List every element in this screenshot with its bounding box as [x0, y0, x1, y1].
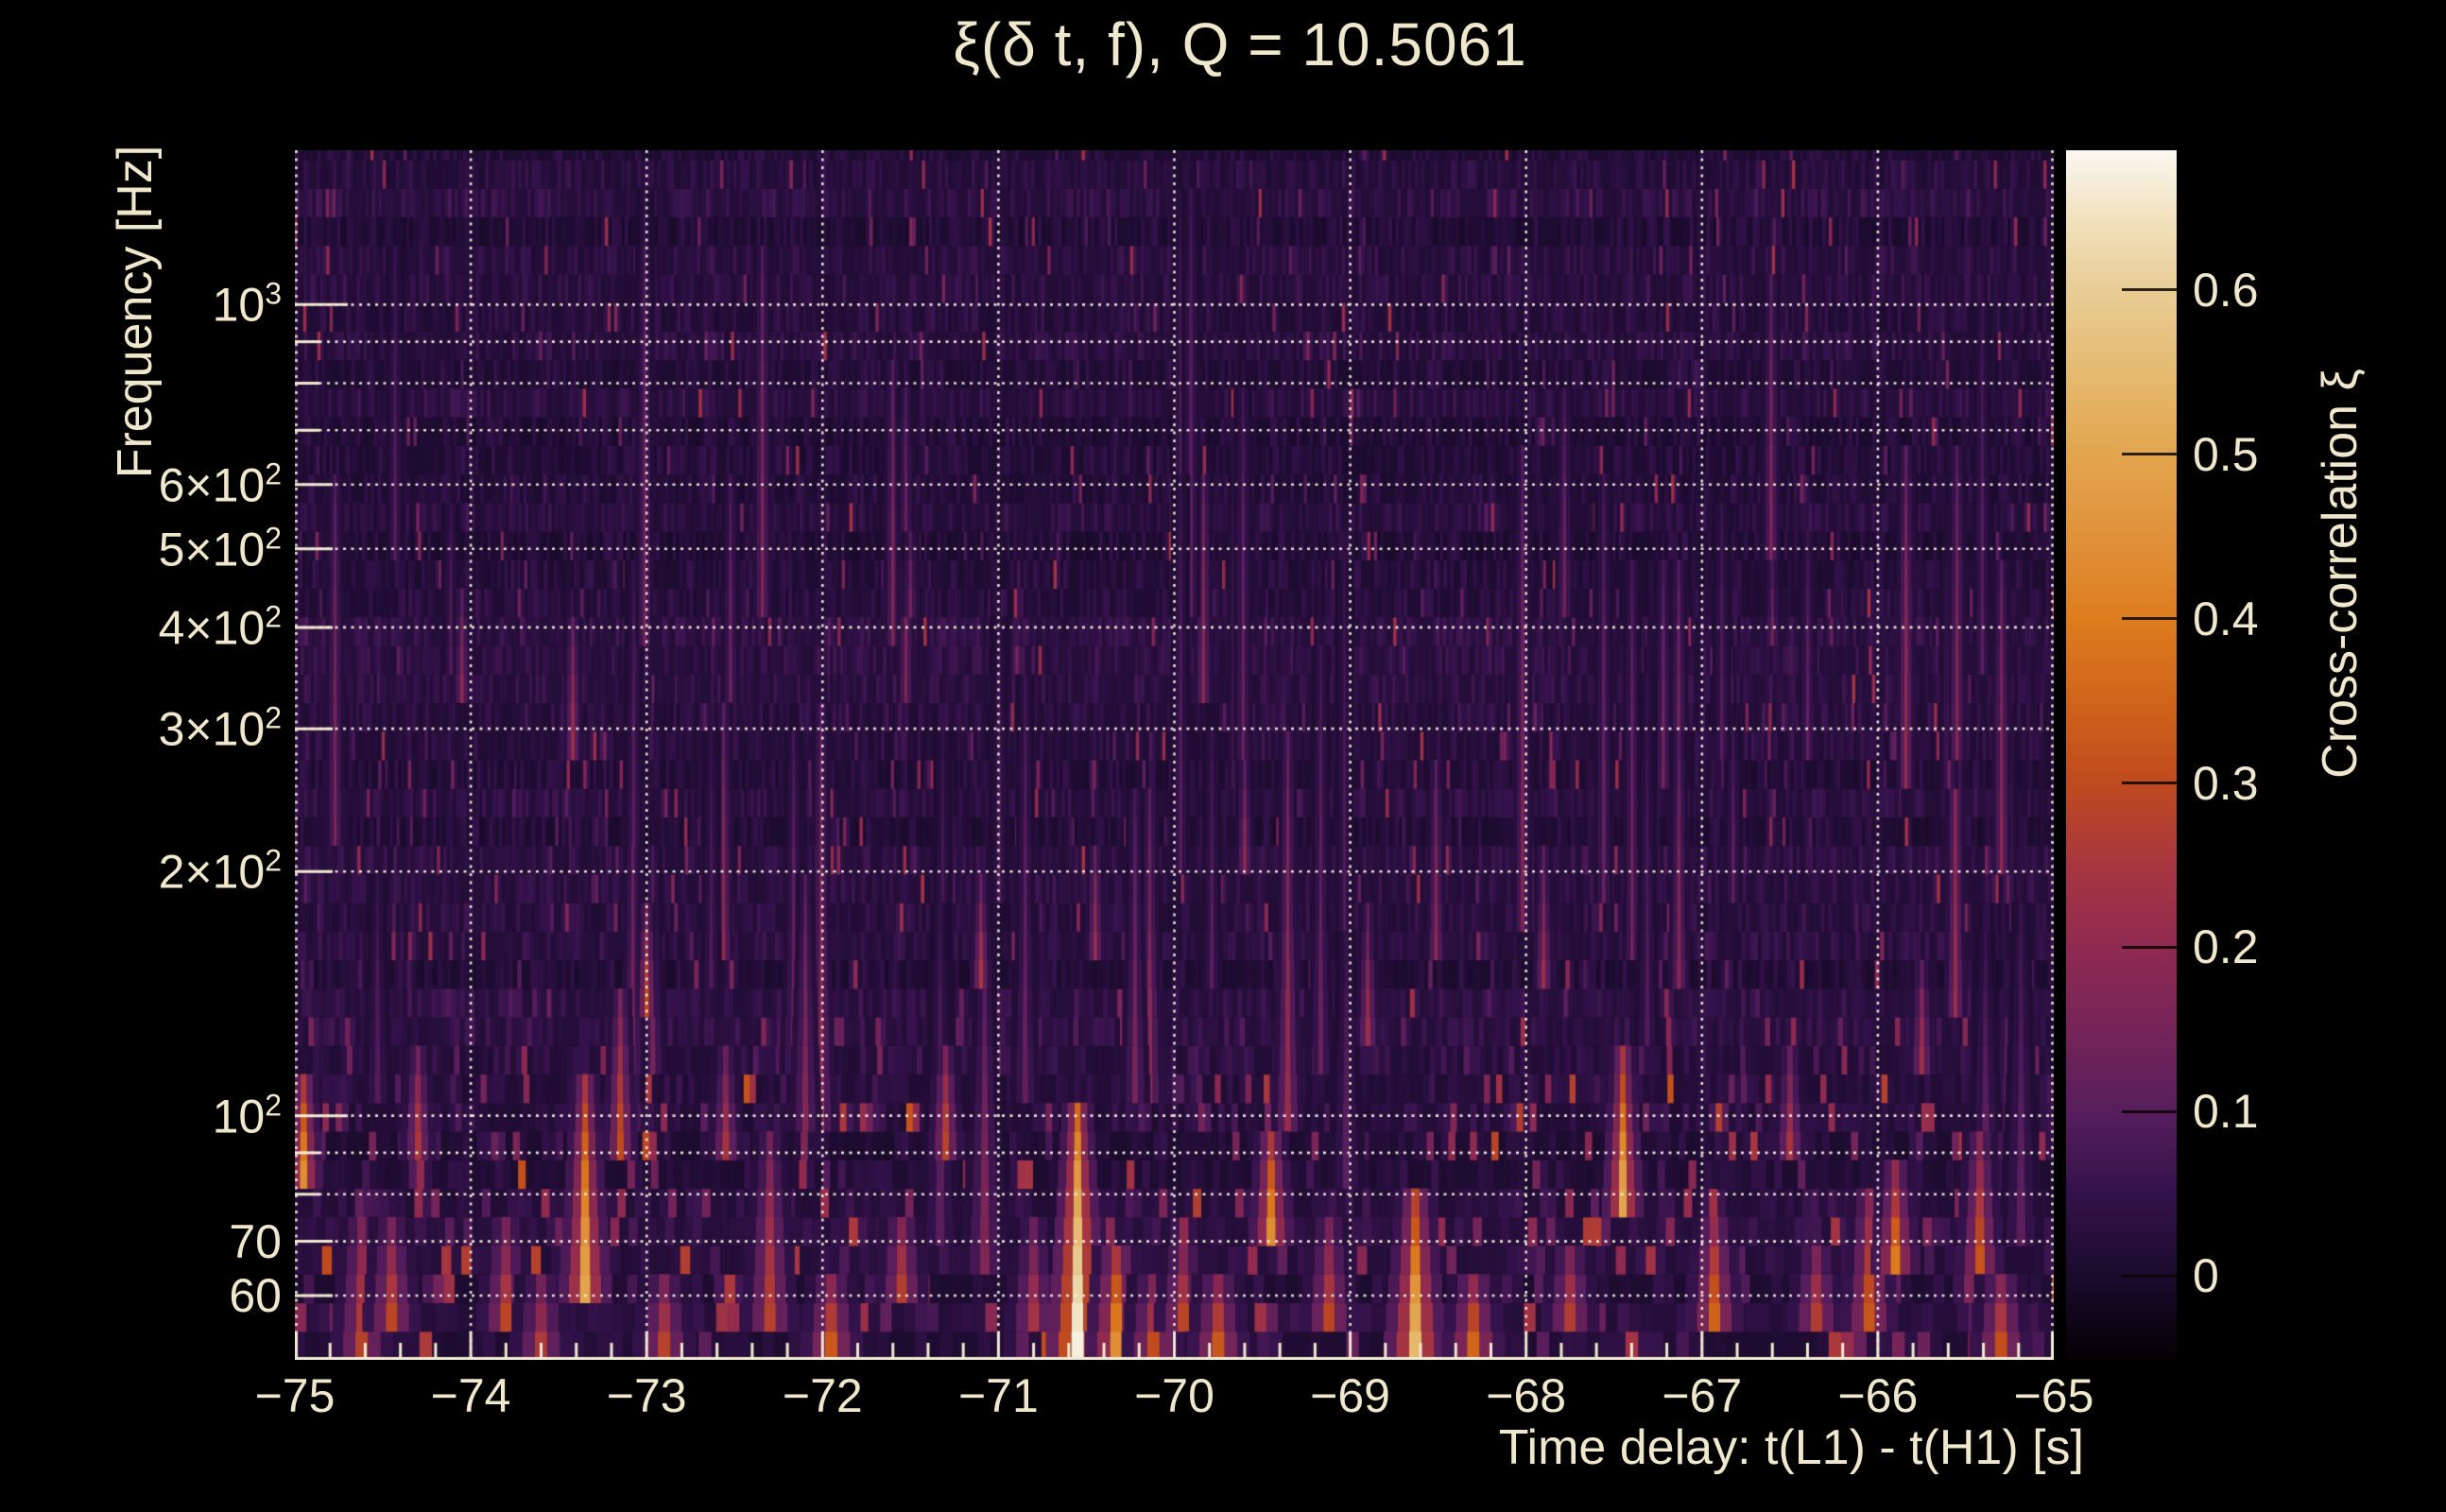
colorbar	[2066, 150, 2177, 1360]
x-axis-title: Time delay: t(L1) - t(H1) [s]	[1498, 1420, 2084, 1475]
x-tick-label: −72	[782, 1369, 863, 1422]
chart-title: ξ(δ t, f), Q = 10.5061	[953, 10, 1527, 78]
x-tick-label: −73	[606, 1369, 687, 1422]
x-tick-label: −69	[1310, 1369, 1391, 1422]
y-tick-label: 2×102	[158, 843, 282, 899]
colorbar-tick-label: 0.4	[2193, 592, 2259, 645]
colorbar-tick	[2122, 617, 2177, 621]
y-tick-label: 5×102	[158, 521, 282, 576]
colorbar-tick-label: 0	[2193, 1249, 2219, 1303]
y-tick-label: 4×102	[158, 599, 282, 655]
colorbar-tick	[2122, 288, 2177, 292]
x-tick-label: −66	[1837, 1369, 1919, 1422]
colorbar-tick	[2122, 782, 2177, 785]
x-tick-label: −70	[1134, 1369, 1214, 1422]
y-tick-label: 60	[229, 1269, 282, 1323]
colorbar-tick-label: 0.3	[2193, 756, 2259, 810]
x-tick-label: −67	[1662, 1369, 1743, 1422]
x-tick-label: −75	[254, 1369, 336, 1422]
x-tick-label: −74	[430, 1369, 511, 1422]
colorbar-tick	[2122, 1274, 2177, 1278]
colorbar-tick-label: 0.6	[2193, 263, 2259, 317]
colorbar-tick-label: 0.5	[2193, 427, 2259, 481]
x-tick-label: −65	[2013, 1369, 2094, 1422]
colorbar-tick	[2122, 945, 2177, 949]
x-tick-label: −71	[957, 1369, 1039, 1422]
y-tick-label: 3×102	[158, 700, 282, 756]
x-tick-label: −68	[1486, 1369, 1567, 1422]
figure: { "page": { "background": "#000000", "te…	[0, 0, 2446, 1512]
y-tick-label: 6×102	[158, 456, 282, 512]
heatmap-canvas	[295, 150, 2054, 1360]
y-tick-label: 103	[212, 277, 282, 332]
colorbar-title: Cross-correlation ξ	[2313, 369, 2368, 779]
y-tick-label: 70	[229, 1214, 282, 1268]
colorbar-tick-label: 0.2	[2193, 920, 2259, 974]
y-tick-label: 102	[212, 1088, 282, 1143]
colorbar-tick	[2122, 1109, 2177, 1113]
colorbar-tick	[2122, 453, 2177, 456]
colorbar-tick-label: 0.1	[2193, 1085, 2259, 1139]
